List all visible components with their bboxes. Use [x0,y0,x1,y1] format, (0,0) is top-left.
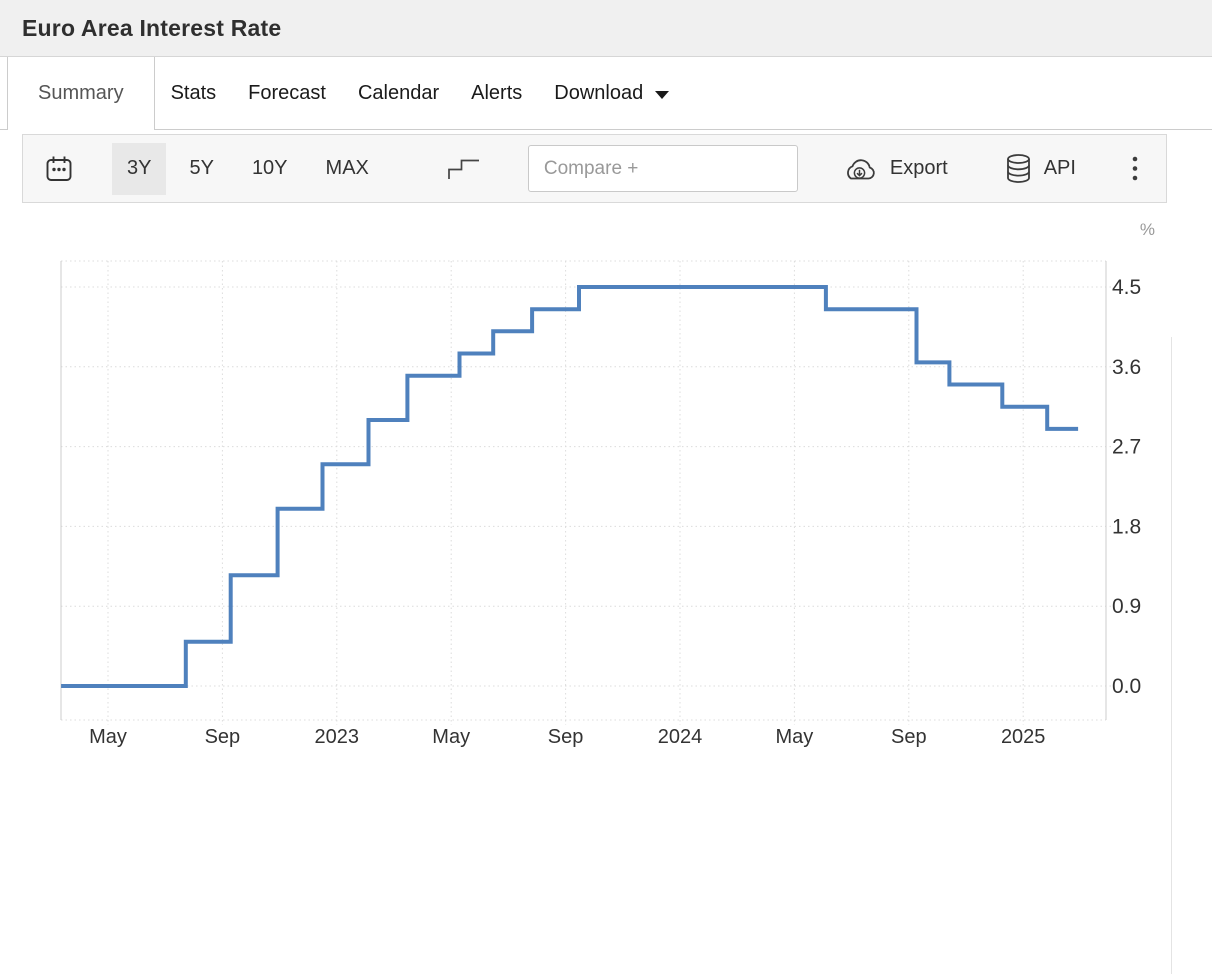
range-3y-label: 3Y [127,157,151,180]
chevron-down-icon [655,91,669,99]
compare-input[interactable] [528,145,798,192]
interest-rate-step-chart: % 4.5 3.6 2.7 1.8 0.9 0.0 May Sep 2023 May Sep 2024 M… [0,203,1212,771]
page-header: Euro Area Interest Rate [0,0,1212,57]
tab-summary[interactable]: Summary [7,57,155,130]
svg-text:1.8: 1.8 [1112,515,1141,538]
svg-text:2.7: 2.7 [1112,436,1141,459]
range-3y-button[interactable]: 3Y [112,143,166,195]
svg-text:0.0: 0.0 [1112,675,1141,698]
tab-stats[interactable]: Stats [155,57,233,130]
export-label: Export [890,157,948,180]
range-5y-label: 5Y [189,157,213,180]
tab-alerts[interactable]: Alerts [455,57,538,130]
svg-text:May: May [432,726,470,748]
svg-text:3.6: 3.6 [1112,356,1141,379]
svg-text:2023: 2023 [315,726,360,748]
svg-text:0.9: 0.9 [1112,595,1141,618]
tab-download[interactable]: Download [538,57,685,130]
range-max-label: MAX [326,157,369,180]
tab-calendar-label: Calendar [358,82,439,105]
svg-text:2025: 2025 [1001,726,1046,748]
tab-calendar[interactable]: Calendar [342,57,455,130]
range-10y-button[interactable]: 10Y [237,143,303,195]
page-title: Euro Area Interest Rate [22,15,281,42]
calendar-icon [44,154,74,184]
tab-alerts-label: Alerts [471,82,522,105]
tab-bar: Summary Stats Forecast Calendar Alerts D… [0,57,1212,130]
svg-text:4.5: 4.5 [1112,276,1141,299]
svg-text:May: May [89,726,127,748]
svg-text:2024: 2024 [658,726,703,748]
range-5y-button[interactable]: 5Y [174,143,228,195]
tab-stats-label: Stats [171,82,217,105]
cloud-download-icon [840,155,879,183]
chart-toolbar: 3Y 5Y 10Y MAX Export API [22,134,1167,203]
api-button[interactable]: API [1004,153,1076,184]
export-button[interactable]: Export [840,155,948,183]
kebab-menu-icon [1131,153,1139,185]
svg-text:Sep: Sep [205,726,241,748]
chart-type-button[interactable] [446,156,482,182]
chart-area: % 4.5 3.6 2.7 1.8 0.9 0.0 May Sep 2023 May Sep 2024 M… [0,203,1212,771]
tab-summary-label: Summary [38,82,124,105]
range-max-button[interactable]: MAX [311,143,384,195]
tab-forecast[interactable]: Forecast [232,57,342,130]
svg-text:May: May [776,726,814,748]
content-right-divider [1171,337,1172,974]
api-label: API [1044,157,1076,180]
calendar-button[interactable] [44,154,74,184]
tab-download-label: Download [554,82,643,105]
database-icon [1004,153,1033,184]
range-10y-label: 10Y [252,157,288,180]
range-selector: 3Y 5Y 10Y MAX [112,143,392,195]
step-line-icon [446,156,482,182]
tab-forecast-label: Forecast [248,82,326,105]
svg-text:Sep: Sep [891,726,927,748]
svg-text:Sep: Sep [548,726,584,748]
svg-text:%: % [1140,220,1155,239]
more-options-button[interactable] [1131,153,1139,185]
